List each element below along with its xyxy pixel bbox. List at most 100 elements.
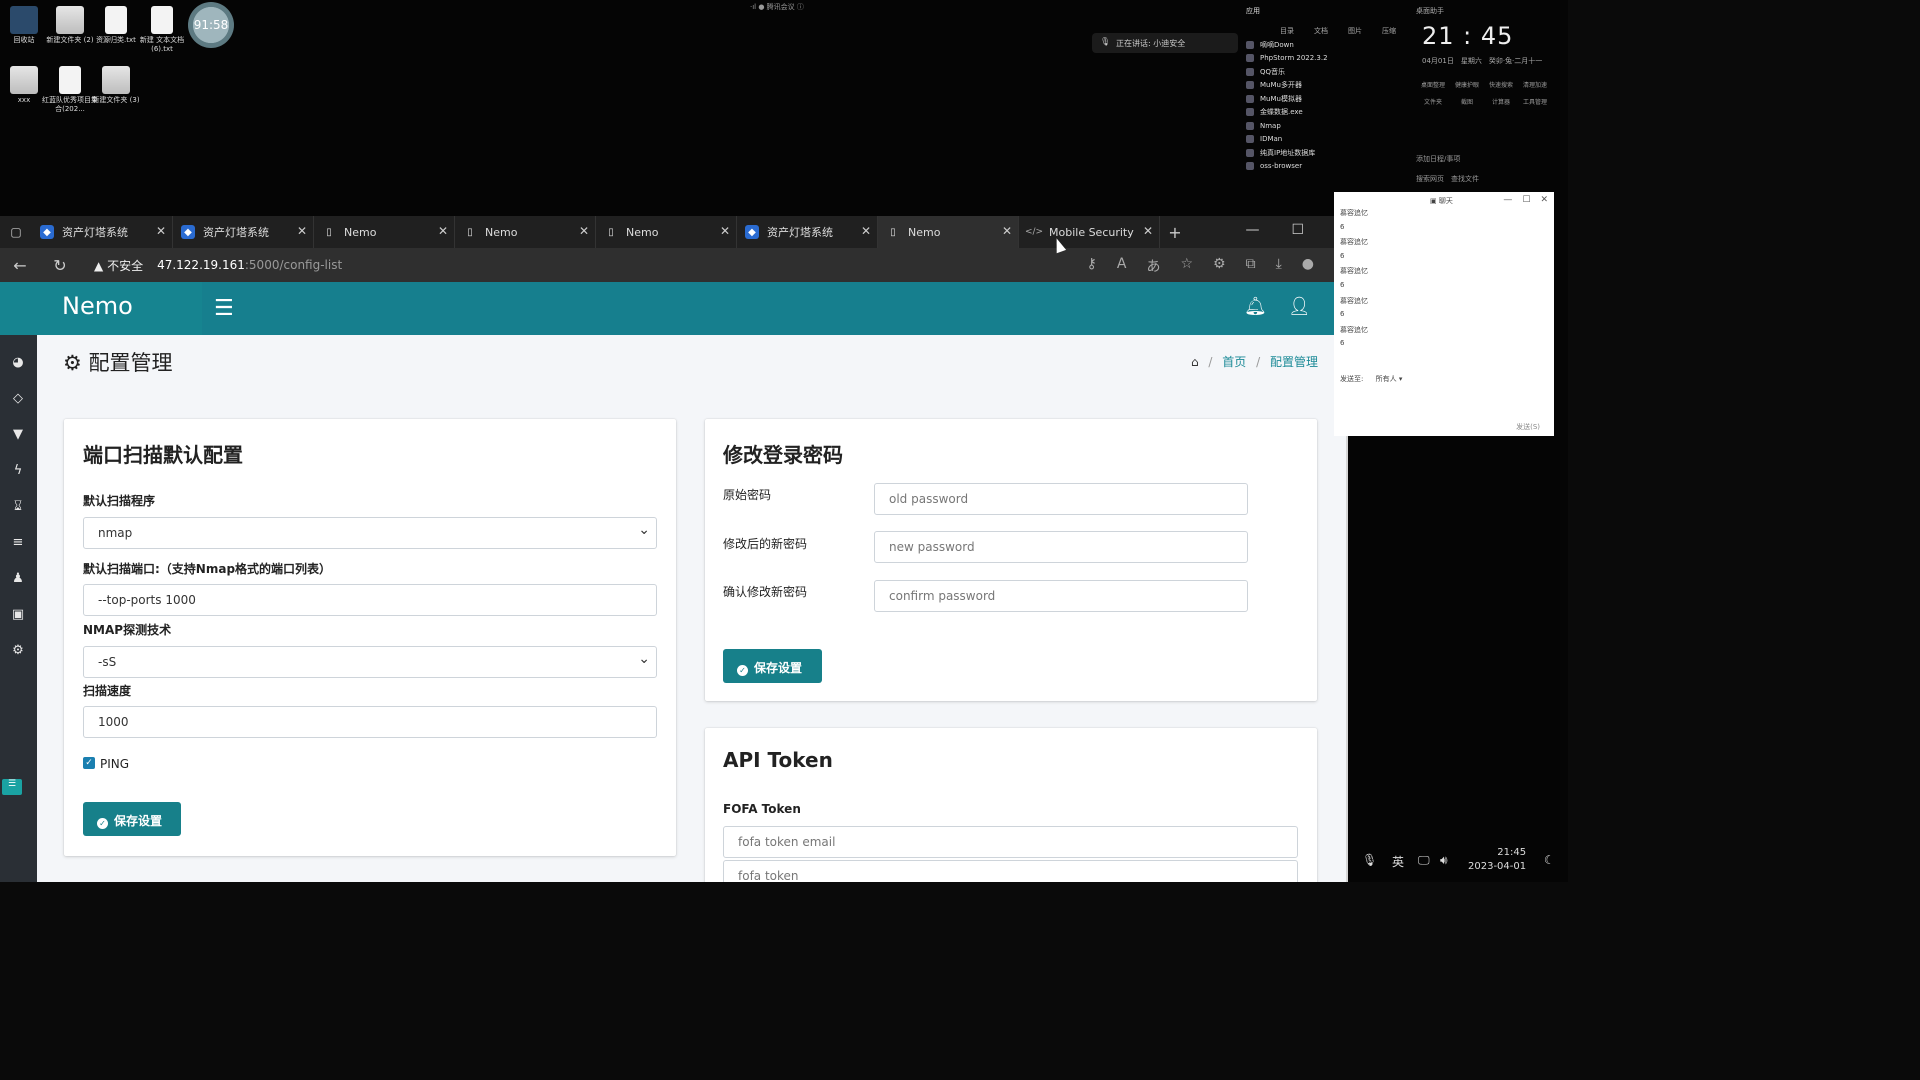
close-icon[interactable]: ✕	[156, 224, 166, 238]
fofa-token-input[interactable]: fofa token	[723, 860, 1298, 882]
maximize-icon[interactable]: ☐	[1522, 195, 1530, 205]
key-icon[interactable]: ⚷	[1087, 256, 1097, 276]
taskbar-clock[interactable]: 21:45 2023-04-01	[1468, 846, 1526, 874]
meeting-timer[interactable]: 91:58	[188, 2, 234, 48]
network-icon[interactable]: 🖵	[1418, 853, 1430, 868]
app-item[interactable]: MuMu模拟器	[1246, 92, 1328, 106]
dashboard-icon[interactable]: ◕	[8, 355, 28, 375]
browser-tab[interactable]: ▯ Nemo ✕	[314, 216, 455, 248]
apps-tab[interactable]: 文档	[1314, 26, 1328, 36]
bolt-icon[interactable]: ϟ	[8, 463, 28, 483]
shortcut-item[interactable]: 截图	[1450, 97, 1484, 106]
favorite-icon[interactable]: ☆	[1180, 256, 1193, 276]
night-mode-icon[interactable]: ☾	[1544, 853, 1555, 867]
apps-tab[interactable]: 目录	[1280, 26, 1294, 36]
maximize-icon[interactable]: ☐	[1291, 222, 1304, 238]
browser-tab[interactable]: ◆ 资产灯塔系统 ✕	[737, 216, 878, 248]
collections-icon[interactable]: ⧉	[1246, 256, 1256, 276]
chat-send-button[interactable]: 发送(S)	[1516, 422, 1540, 432]
desktop-icon-folder[interactable]: 新建文件夹 (3)	[88, 66, 144, 105]
assistant-search-links[interactable]: 搜索网页 查找文件	[1416, 174, 1479, 184]
save-password-button[interactable]: ✓ 保存设置	[723, 649, 822, 683]
settings-icon[interactable]: ⚙	[8, 643, 28, 663]
list-icon[interactable]: ≡	[8, 535, 28, 555]
shortcut-item[interactable]: 健康护眼	[1450, 80, 1484, 89]
url-field[interactable]: 47.122.19.161:5000/config-list	[157, 258, 342, 272]
tab-actions-icon[interactable]: ▢	[0, 225, 32, 239]
read-aloud-icon[interactable]: A	[1117, 256, 1127, 276]
meeting-indicator[interactable]: ·ıl ● 腾讯会议 ⓘ	[750, 2, 804, 12]
app-item[interactable]: 金蝶数据.exe	[1246, 106, 1328, 120]
app-item[interactable]: Nmap	[1246, 119, 1328, 133]
new-tab-button[interactable]: +	[1160, 223, 1190, 242]
app-item[interactable]: PhpStorm 2022.3.2	[1246, 52, 1328, 66]
nmap-tech-select[interactable]: -sS	[83, 646, 657, 678]
shortcut-item[interactable]: 文件夹	[1416, 97, 1450, 106]
app-item[interactable]: oss-browser	[1246, 160, 1328, 174]
close-icon[interactable]: ✕	[438, 224, 448, 238]
desktop-icon-file[interactable]: 新建 文本文档 (6).txt	[134, 6, 190, 54]
breadcrumb-home[interactable]: 首页	[1222, 355, 1246, 369]
close-icon[interactable]: ✕	[1143, 224, 1153, 238]
app-item[interactable]: MuMu多开器	[1246, 79, 1328, 93]
translate-icon[interactable]: あ	[1146, 256, 1160, 276]
assistant-schedule-link[interactable]: 添加日程/事项	[1416, 154, 1460, 164]
volume-icon[interactable]: 🔊︎	[1440, 853, 1448, 868]
app-item[interactable]: 纯真IP地址数据库	[1246, 146, 1328, 160]
browser-tab[interactable]: ◆ 资产灯塔系统 ✕	[173, 216, 314, 248]
confirm-password-input[interactable]: confirm password	[874, 580, 1248, 612]
bell-icon[interactable]: 🔔︎	[1244, 296, 1267, 317]
browser-tab[interactable]: ▯ Nemo ✕	[455, 216, 596, 248]
extensions-icon[interactable]: ⚙	[1213, 256, 1226, 276]
security-warning[interactable]: ▲ 不安全	[94, 257, 143, 274]
browser-tab[interactable]: ▯ Nemo ✕	[596, 216, 737, 248]
shortcut-item[interactable]: 计算器	[1484, 97, 1518, 106]
hourglass-icon[interactable]: ⌛︎	[8, 499, 28, 519]
profile-icon[interactable]: ●	[1302, 256, 1314, 276]
shortcut-item[interactable]: 桌面整理	[1416, 80, 1450, 89]
refresh-icon[interactable]: ↻	[40, 256, 80, 275]
save-port-config-button[interactable]: ✓ 保存设置	[83, 802, 181, 836]
close-icon[interactable]: ✕	[720, 224, 730, 238]
app-item[interactable]: 嘀嘀Down	[1246, 38, 1328, 52]
app-item[interactable]: QQ音乐	[1246, 65, 1328, 79]
fofa-email-input[interactable]: fofa token email	[723, 826, 1298, 858]
user-icon[interactable]: 👤︎	[1288, 296, 1311, 317]
users-icon[interactable]: ♟	[8, 571, 28, 591]
shortcut-item[interactable]: 快速搜索	[1484, 80, 1518, 89]
minimize-icon[interactable]: —	[1503, 195, 1512, 205]
fox-icon[interactable]: ▼	[8, 427, 28, 447]
app-item[interactable]: IDMan	[1246, 133, 1328, 147]
scan-ports-input[interactable]: --top-ports 1000	[83, 584, 657, 616]
close-icon[interactable]: ✕	[1540, 195, 1548, 205]
microphone-icon[interactable]: 🎙	[1362, 853, 1377, 867]
assets-icon[interactable]: ◇	[8, 391, 28, 411]
close-icon[interactable]: ✕	[297, 224, 307, 238]
browser-tab[interactable]: ◆ 资产灯塔系统 ✕	[32, 216, 173, 248]
page-scrollbar[interactable]	[1346, 400, 1348, 882]
lock-icon[interactable]: ▣	[8, 607, 28, 627]
back-icon[interactable]: ←	[0, 256, 40, 275]
download-icon[interactable]: ⤓	[1276, 256, 1282, 276]
close-icon[interactable]: ✕	[1002, 224, 1012, 238]
sidebar-collapse-icon[interactable]: ☰	[2, 779, 22, 795]
browser-tab[interactable]: </> Mobile Security ✕	[1019, 216, 1160, 248]
close-icon[interactable]: ✕	[861, 224, 871, 238]
old-password-input[interactable]: old password	[874, 483, 1248, 515]
browser-tab-active[interactable]: ▯ Nemo ✕	[878, 216, 1019, 248]
brand-logo[interactable]: Nemo	[0, 282, 202, 335]
send-to-select[interactable]: 所有人 ▾	[1376, 375, 1403, 383]
shortcut-item[interactable]: 工具管理	[1518, 97, 1552, 106]
shortcut-item[interactable]: 清理加速	[1518, 80, 1552, 89]
ping-checkbox[interactable]: ✓	[83, 757, 95, 769]
home-icon[interactable]: ⌂	[1191, 355, 1199, 369]
scan-speed-input[interactable]: 1000	[83, 706, 657, 738]
minimize-icon[interactable]: —	[1245, 222, 1259, 238]
menu-toggle-icon[interactable]: ☰	[214, 296, 234, 321]
close-icon[interactable]: ✕	[579, 224, 589, 238]
new-password-input[interactable]: new password	[874, 531, 1248, 563]
apps-tab[interactable]: 图片	[1348, 26, 1362, 36]
scan-program-select[interactable]: nmap	[83, 517, 657, 549]
ime-indicator[interactable]: 英	[1392, 853, 1404, 870]
apps-tab[interactable]: 压缩	[1382, 26, 1396, 36]
